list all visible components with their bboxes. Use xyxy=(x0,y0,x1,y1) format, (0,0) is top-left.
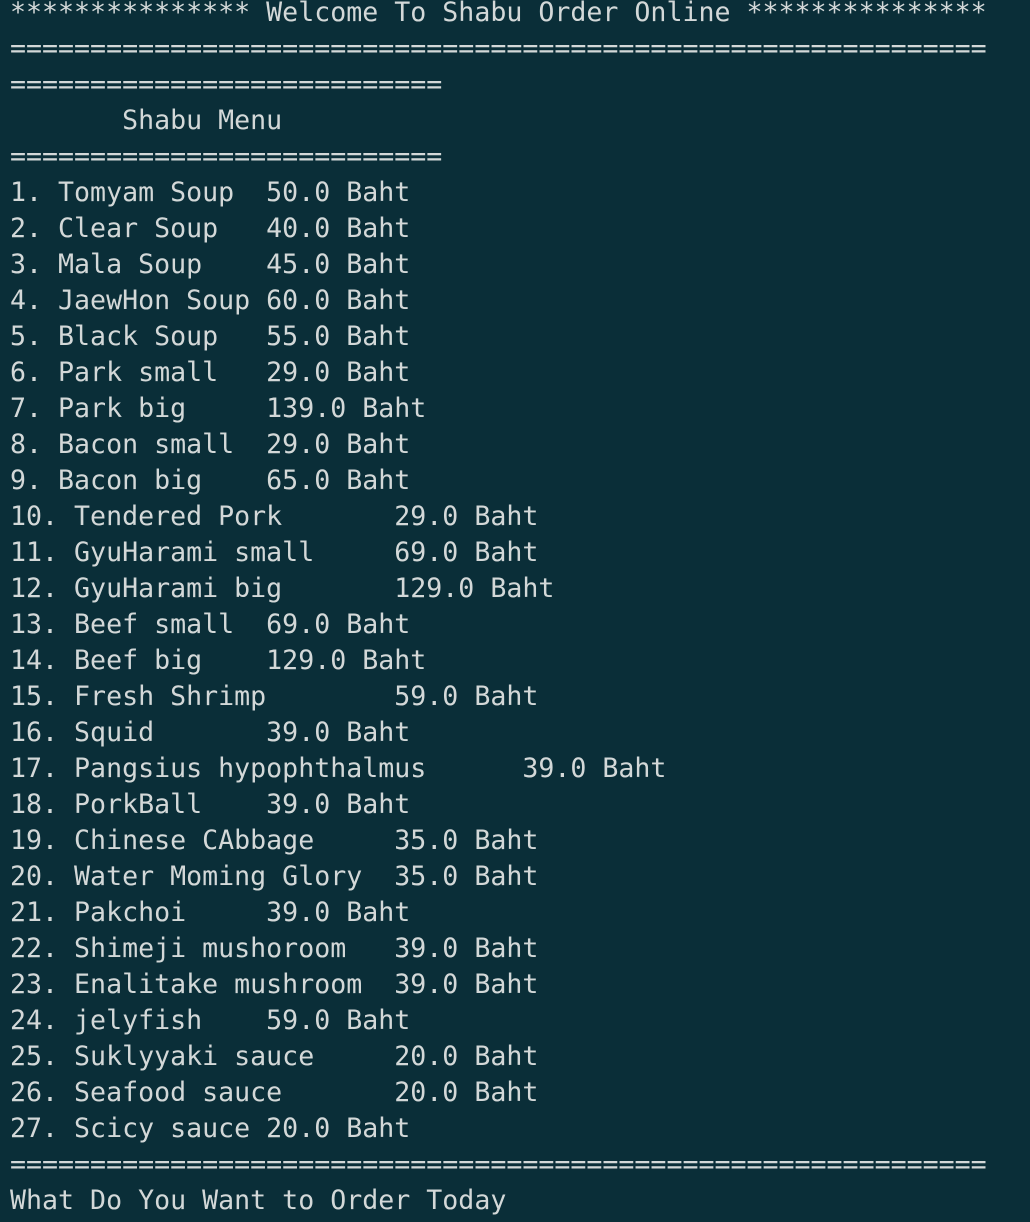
menu-item: 6. Park small 29.0 Baht xyxy=(10,357,411,388)
order-prompt: What Do You Want to Order Today xyxy=(10,1185,507,1216)
menu-item: 16. Squid 39.0 Baht xyxy=(10,717,411,748)
menu-item: 7. Park big 139.0 Baht xyxy=(10,393,427,424)
menu-item: 24. jelyfish 59.0 Baht xyxy=(10,1005,411,1036)
menu-item: 8. Bacon small 29.0 Baht xyxy=(10,429,411,460)
menu-item: 17. Pangsius hypophthalmus 39.0 Baht xyxy=(10,753,667,784)
menu-item: 26. Seafood sauce 20.0 Baht xyxy=(10,1077,539,1108)
menu-item: 22. Shimeji mushoroom 39.0 Baht xyxy=(10,933,539,964)
menu-item: 5. Black Soup 55.0 Baht xyxy=(10,321,411,352)
terminal-output[interactable]: *************** Welcome To Shabu Order O… xyxy=(0,0,1030,1222)
menu-item: 19. Chinese CAbbage 35.0 Baht xyxy=(10,825,539,856)
menu-item: 9. Bacon big 65.0 Baht xyxy=(10,465,411,496)
menu-item: 12. GyuHarami big 129.0 Baht xyxy=(10,573,555,604)
menu-item: 25. Suklyyaki sauce 20.0 Baht xyxy=(10,1041,539,1072)
menu-title: Shabu Menu xyxy=(10,105,283,136)
menu-item: 27. Scicy sauce 20.0 Baht xyxy=(10,1113,411,1144)
menu-item: 18. PorkBall 39.0 Baht xyxy=(10,789,411,820)
menu-divider-bottom: =========================== xyxy=(10,141,443,172)
menu-item: 2. Clear Soup 40.0 Baht xyxy=(10,213,411,244)
menu-item: 1. Tomyam Soup 50.0 Baht xyxy=(10,177,411,208)
menu-item: 23. Enalitake mushroom 39.0 Baht xyxy=(10,969,539,1000)
menu-item: 11. GyuHarami small 69.0 Baht xyxy=(10,537,539,568)
footer-divider: ========================================… xyxy=(10,1149,987,1180)
menu-divider-top: =========================== xyxy=(10,69,443,100)
menu-item: 15. Fresh Shrimp 59.0 Baht xyxy=(10,681,539,712)
menu-item: 14. Beef big 129.0 Baht xyxy=(10,645,427,676)
welcome-banner: *************** Welcome To Shabu Order O… xyxy=(10,0,987,28)
divider-line: ========================================… xyxy=(10,33,987,64)
menu-item: 13. Beef small 69.0 Baht xyxy=(10,609,411,640)
menu-item: 20. Water Moming Glory 35.0 Baht xyxy=(10,861,539,892)
menu-item: 4. JaewHon Soup 60.0 Baht xyxy=(10,285,411,316)
menu-item: 21. Pakchoi 39.0 Baht xyxy=(10,897,411,928)
menu-item: 3. Mala Soup 45.0 Baht xyxy=(10,249,411,280)
menu-item: 10. Tendered Pork 29.0 Baht xyxy=(10,501,539,532)
